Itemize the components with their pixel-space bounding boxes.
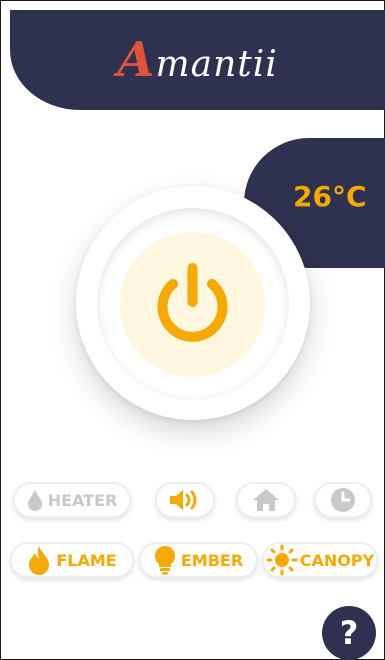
timer-button[interactable] [314, 482, 372, 518]
flame-label: FLAME [56, 550, 117, 570]
help-button[interactable]: ? [322, 606, 376, 660]
power-button[interactable] [120, 232, 265, 377]
drop-icon [27, 490, 42, 511]
power-icon [157, 263, 228, 342]
brand-logo: Amantii [10, 32, 385, 88]
canopy-button[interactable]: CANOPY [262, 542, 378, 578]
ember-label: EMBER [180, 550, 244, 570]
sun-icon [266, 544, 298, 576]
sound-button[interactable] [155, 482, 215, 518]
flame-icon [29, 546, 50, 575]
heater-button[interactable]: HEATER [13, 482, 131, 518]
clock-icon [331, 488, 355, 512]
home-icon [253, 489, 279, 511]
header-banner: Amantii [10, 10, 385, 110]
speaker-icon [170, 490, 197, 510]
flame-button[interactable]: FLAME [10, 542, 134, 578]
brand-logo-initial: A [117, 32, 156, 88]
home-button[interactable] [236, 482, 296, 518]
heater-label: HEATER [47, 490, 118, 510]
canopy-label: CANOPY [299, 550, 375, 570]
brand-logo-text: mantii [155, 44, 278, 85]
ember-button[interactable]: EMBER [139, 542, 258, 578]
temperature-readout: 26°C [293, 180, 367, 213]
bulb-icon [154, 546, 175, 575]
